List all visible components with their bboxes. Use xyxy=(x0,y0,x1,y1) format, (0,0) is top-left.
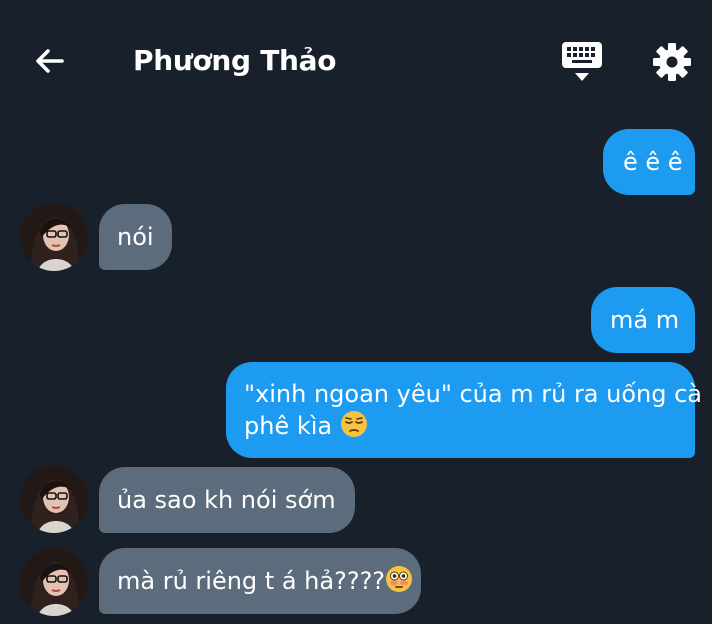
keyboard-button[interactable] xyxy=(558,40,606,84)
message-bubble-incoming[interactable]: mà rủ riêng t á hả???? xyxy=(99,548,421,614)
arrow-left-icon xyxy=(36,49,64,73)
message-text-line: phê kìa xyxy=(244,410,695,446)
contact-avatar[interactable] xyxy=(20,465,88,533)
message-text: nói xyxy=(117,223,154,251)
pensive-face-icon xyxy=(340,410,368,446)
gear-icon xyxy=(653,43,691,81)
message-bubble-outgoing[interactable]: ê ê ê xyxy=(603,129,695,195)
message-bubble-outgoing[interactable]: má m xyxy=(591,287,695,353)
message-text: ê ê ê xyxy=(623,148,683,176)
conversation-title: Phương Thảo xyxy=(133,44,337,77)
message-text: má m xyxy=(610,306,680,334)
settings-button[interactable] xyxy=(650,40,694,84)
message-bubble-outgoing[interactable]: "xinh ngoan yêu" của m rủ ra uống cà phê… xyxy=(226,362,703,458)
chat-header: Phương Thảo xyxy=(0,0,712,118)
message-text: mà rủ riêng t á hả???? xyxy=(117,567,386,595)
contact-avatar[interactable] xyxy=(20,203,88,271)
message-bubble-incoming[interactable]: nói xyxy=(99,204,172,270)
message-text-line: "xinh ngoan yêu" của m rủ ra uống cà xyxy=(244,380,703,408)
message-text: ủa sao kh nói sớm xyxy=(117,486,336,514)
contact-avatar[interactable] xyxy=(20,548,88,616)
keyboard-icon xyxy=(562,42,602,81)
message-bubble-incoming[interactable]: ủa sao kh nói sớm xyxy=(99,467,355,533)
back-button[interactable] xyxy=(30,41,70,81)
flushed-face-icon xyxy=(385,565,413,601)
